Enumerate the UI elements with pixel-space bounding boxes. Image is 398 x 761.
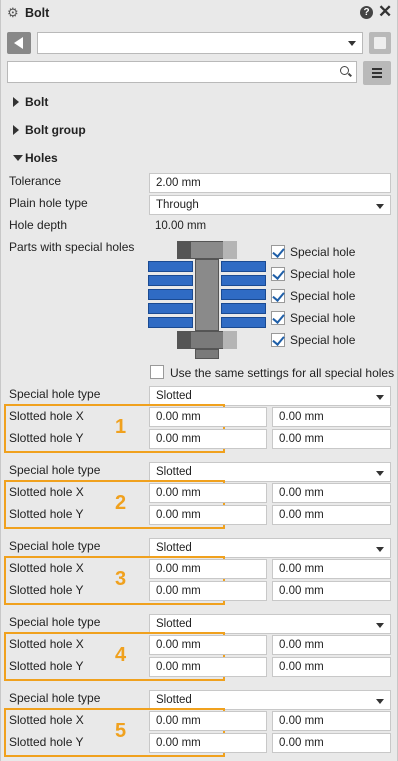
slotted-hole-y-field-1[interactable]: 0.00 mm xyxy=(149,505,267,525)
slotted-hole-y-field-2[interactable]: 0.00 mm xyxy=(272,657,391,677)
slotted-hole-x-label: Slotted hole X xyxy=(9,637,84,651)
marker-number-5: 5 xyxy=(115,720,127,742)
chevron-right-icon xyxy=(13,97,19,107)
close-icon[interactable]: ✕ xyxy=(378,3,392,20)
slotted-hole-y-field-1[interactable]: 0.00 mm xyxy=(149,657,267,677)
slotted-hole-y-label: Slotted hole Y xyxy=(9,507,84,521)
special-hole-type-label: Special hole type xyxy=(9,691,101,705)
special-hole-type-label: Special hole type xyxy=(9,463,101,477)
parts-with-special-holes-label: Parts with special holes xyxy=(9,240,135,254)
special-hole-type-select-5[interactable]: Slotted xyxy=(149,690,391,710)
slotted-hole-y-field-1[interactable]: 0.00 mm xyxy=(149,581,267,601)
special-hole-checkbox-2[interactable] xyxy=(271,267,285,281)
menu-button[interactable] xyxy=(363,61,391,85)
slotted-hole-x-label: Slotted hole X xyxy=(9,409,84,423)
slotted-hole-x-field-1[interactable]: 0.00 mm xyxy=(149,711,267,731)
slotted-hole-x-field-1[interactable]: 0.00 mm xyxy=(149,407,267,427)
special-hole-label-2: Special hole xyxy=(290,267,356,281)
slotted-hole-x-field-2[interactable]: 0.00 mm xyxy=(272,559,391,579)
slotted-hole-y-field-1[interactable]: 0.00 mm xyxy=(149,429,267,449)
marker-number-2: 2 xyxy=(115,492,127,514)
special-hole-type-select-2[interactable]: Slotted xyxy=(149,462,391,482)
chevron-right-icon xyxy=(13,125,19,135)
plain-hole-type-select[interactable]: Through xyxy=(149,195,391,215)
section-bolt[interactable]: Bolt xyxy=(13,95,48,109)
title-bar: ⚙ Bolt ? ✕ xyxy=(1,0,398,26)
slotted-hole-y-label: Slotted hole Y xyxy=(9,735,84,749)
marker-number-1: 1 xyxy=(115,416,127,438)
search-icon xyxy=(340,66,349,75)
bolt-properties-panel: ⚙ Bolt ? ✕ Bolt Bolt group Holes Toleran… xyxy=(0,0,398,761)
slotted-hole-x-field-2[interactable]: 0.00 mm xyxy=(272,711,391,731)
slotted-hole-y-field-2[interactable]: 0.00 mm xyxy=(272,429,391,449)
slotted-hole-x-label: Slotted hole X xyxy=(9,485,84,499)
slotted-hole-y-field-2[interactable]: 0.00 mm xyxy=(272,581,391,601)
special-hole-checkbox-5[interactable] xyxy=(271,333,285,347)
slotted-hole-y-label: Slotted hole Y xyxy=(9,431,84,445)
plain-hole-type-label: Plain hole type xyxy=(9,196,88,210)
slotted-hole-y-field-1[interactable]: 0.00 mm xyxy=(149,733,267,753)
chevron-down-icon xyxy=(376,471,384,476)
slotted-hole-x-field-2[interactable]: 0.00 mm xyxy=(272,407,391,427)
slotted-hole-x-field-1[interactable]: 0.00 mm xyxy=(149,559,267,579)
chevron-down-icon xyxy=(376,547,384,552)
special-hole-label-3: Special hole xyxy=(290,289,356,303)
tolerance-label: Tolerance xyxy=(9,174,62,188)
special-hole-checkbox-3[interactable] xyxy=(271,289,285,303)
chevron-down-icon xyxy=(348,41,356,46)
save-icon[interactable] xyxy=(369,32,391,54)
slotted-hole-x-field-1[interactable]: 0.00 mm xyxy=(149,483,267,503)
chevron-down-icon xyxy=(13,155,23,161)
special-hole-type-select-3[interactable]: Slotted xyxy=(149,538,391,558)
section-bolt-group[interactable]: Bolt group xyxy=(13,123,86,137)
marker-number-4: 4 xyxy=(115,644,127,666)
slotted-hole-x-label: Slotted hole X xyxy=(9,713,84,727)
hole-depth-value: 10.00 mm xyxy=(155,220,207,232)
special-hole-type-select-4[interactable]: Slotted xyxy=(149,614,391,634)
chevron-down-icon xyxy=(376,623,384,628)
chevron-down-icon xyxy=(376,395,384,400)
bolt-assembly-image xyxy=(147,240,267,360)
special-hole-type-label: Special hole type xyxy=(9,539,101,553)
back-button[interactable] xyxy=(7,32,31,54)
special-hole-label-1: Special hole xyxy=(290,245,356,259)
same-settings-checkbox[interactable] xyxy=(150,365,164,379)
slotted-hole-y-label: Slotted hole Y xyxy=(9,583,84,597)
special-hole-type-label: Special hole type xyxy=(9,387,101,401)
slotted-hole-x-label: Slotted hole X xyxy=(9,561,84,575)
gear-icon: ⚙ xyxy=(7,5,19,20)
chevron-down-icon xyxy=(376,699,384,704)
preset-dropdown[interactable] xyxy=(37,32,363,54)
special-hole-label-5: Special hole xyxy=(290,333,356,347)
slotted-hole-x-field-2[interactable]: 0.00 mm xyxy=(272,483,391,503)
special-hole-checkbox-4[interactable] xyxy=(271,311,285,325)
special-hole-checkbox-1[interactable] xyxy=(271,245,285,259)
special-hole-type-select-1[interactable]: Slotted xyxy=(149,386,391,406)
slotted-hole-x-field-1[interactable]: 0.00 mm xyxy=(149,635,267,655)
chevron-down-icon xyxy=(376,204,384,209)
special-hole-type-label: Special hole type xyxy=(9,615,101,629)
help-icon[interactable]: ? xyxy=(360,6,373,19)
window-title: Bolt xyxy=(25,6,50,20)
hole-depth-label: Hole depth xyxy=(9,218,68,232)
same-settings-label: Use the same settings for all special ho… xyxy=(170,366,395,380)
slotted-hole-y-label: Slotted hole Y xyxy=(9,659,84,673)
search-input[interactable] xyxy=(7,61,357,83)
slotted-hole-y-field-2[interactable]: 0.00 mm xyxy=(272,505,391,525)
section-holes[interactable]: Holes xyxy=(13,151,58,165)
slotted-hole-x-field-2[interactable]: 0.00 mm xyxy=(272,635,391,655)
special-hole-label-4: Special hole xyxy=(290,311,356,325)
tolerance-field[interactable]: 2.00 mm xyxy=(149,173,391,193)
slotted-hole-y-field-2[interactable]: 0.00 mm xyxy=(272,733,391,753)
marker-number-3: 3 xyxy=(115,568,127,590)
